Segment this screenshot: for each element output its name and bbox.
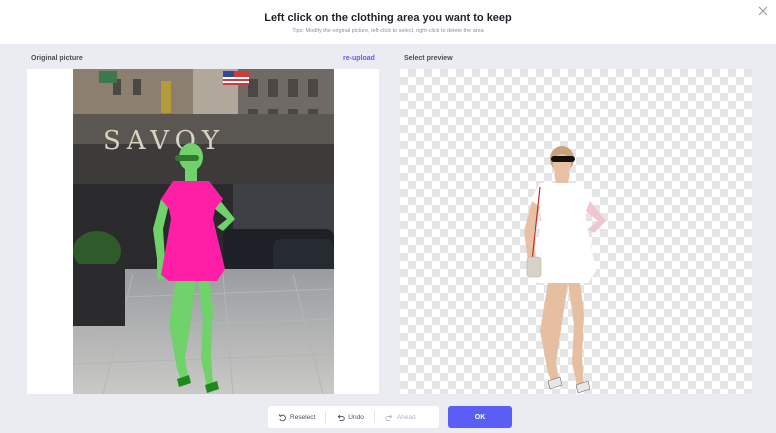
original-picture-label: Original picture xyxy=(31,55,83,62)
undo-button[interactable]: Undo xyxy=(326,406,374,428)
ahead-label: Ahead xyxy=(396,413,416,421)
undo-icon xyxy=(337,414,346,421)
savoy-sign: SAVOY xyxy=(103,126,225,156)
reselect-icon xyxy=(278,413,286,421)
close-icon[interactable] xyxy=(756,4,770,18)
dialog-tips: Tips: Modify the original picture, left-… xyxy=(292,28,484,34)
edit-toolbar: Reselect Undo Ahead xyxy=(268,406,439,428)
reupload-link[interactable]: re-upload xyxy=(343,55,375,62)
reselect-button[interactable]: Reselect xyxy=(268,406,325,428)
original-photo-canvas[interactable]: SAVOY xyxy=(73,69,334,394)
dialog-header: Left click on the clothing area you want… xyxy=(0,0,776,44)
select-preview-label: Select preview xyxy=(404,55,453,62)
ahead-button[interactable]: Ahead xyxy=(375,406,426,428)
original-picture-panel: SAVOY xyxy=(27,69,379,394)
select-preview-panel xyxy=(400,69,752,394)
undo-label: Undo xyxy=(348,413,364,421)
dialog-title: Left click on the clothing area you want… xyxy=(264,12,512,24)
reselect-label: Reselect xyxy=(290,413,316,421)
ok-button[interactable]: OK xyxy=(448,406,512,428)
original-photo[interactable]: SAVOY xyxy=(73,69,334,394)
preview-cutout xyxy=(524,146,606,394)
redo-icon xyxy=(385,414,393,421)
